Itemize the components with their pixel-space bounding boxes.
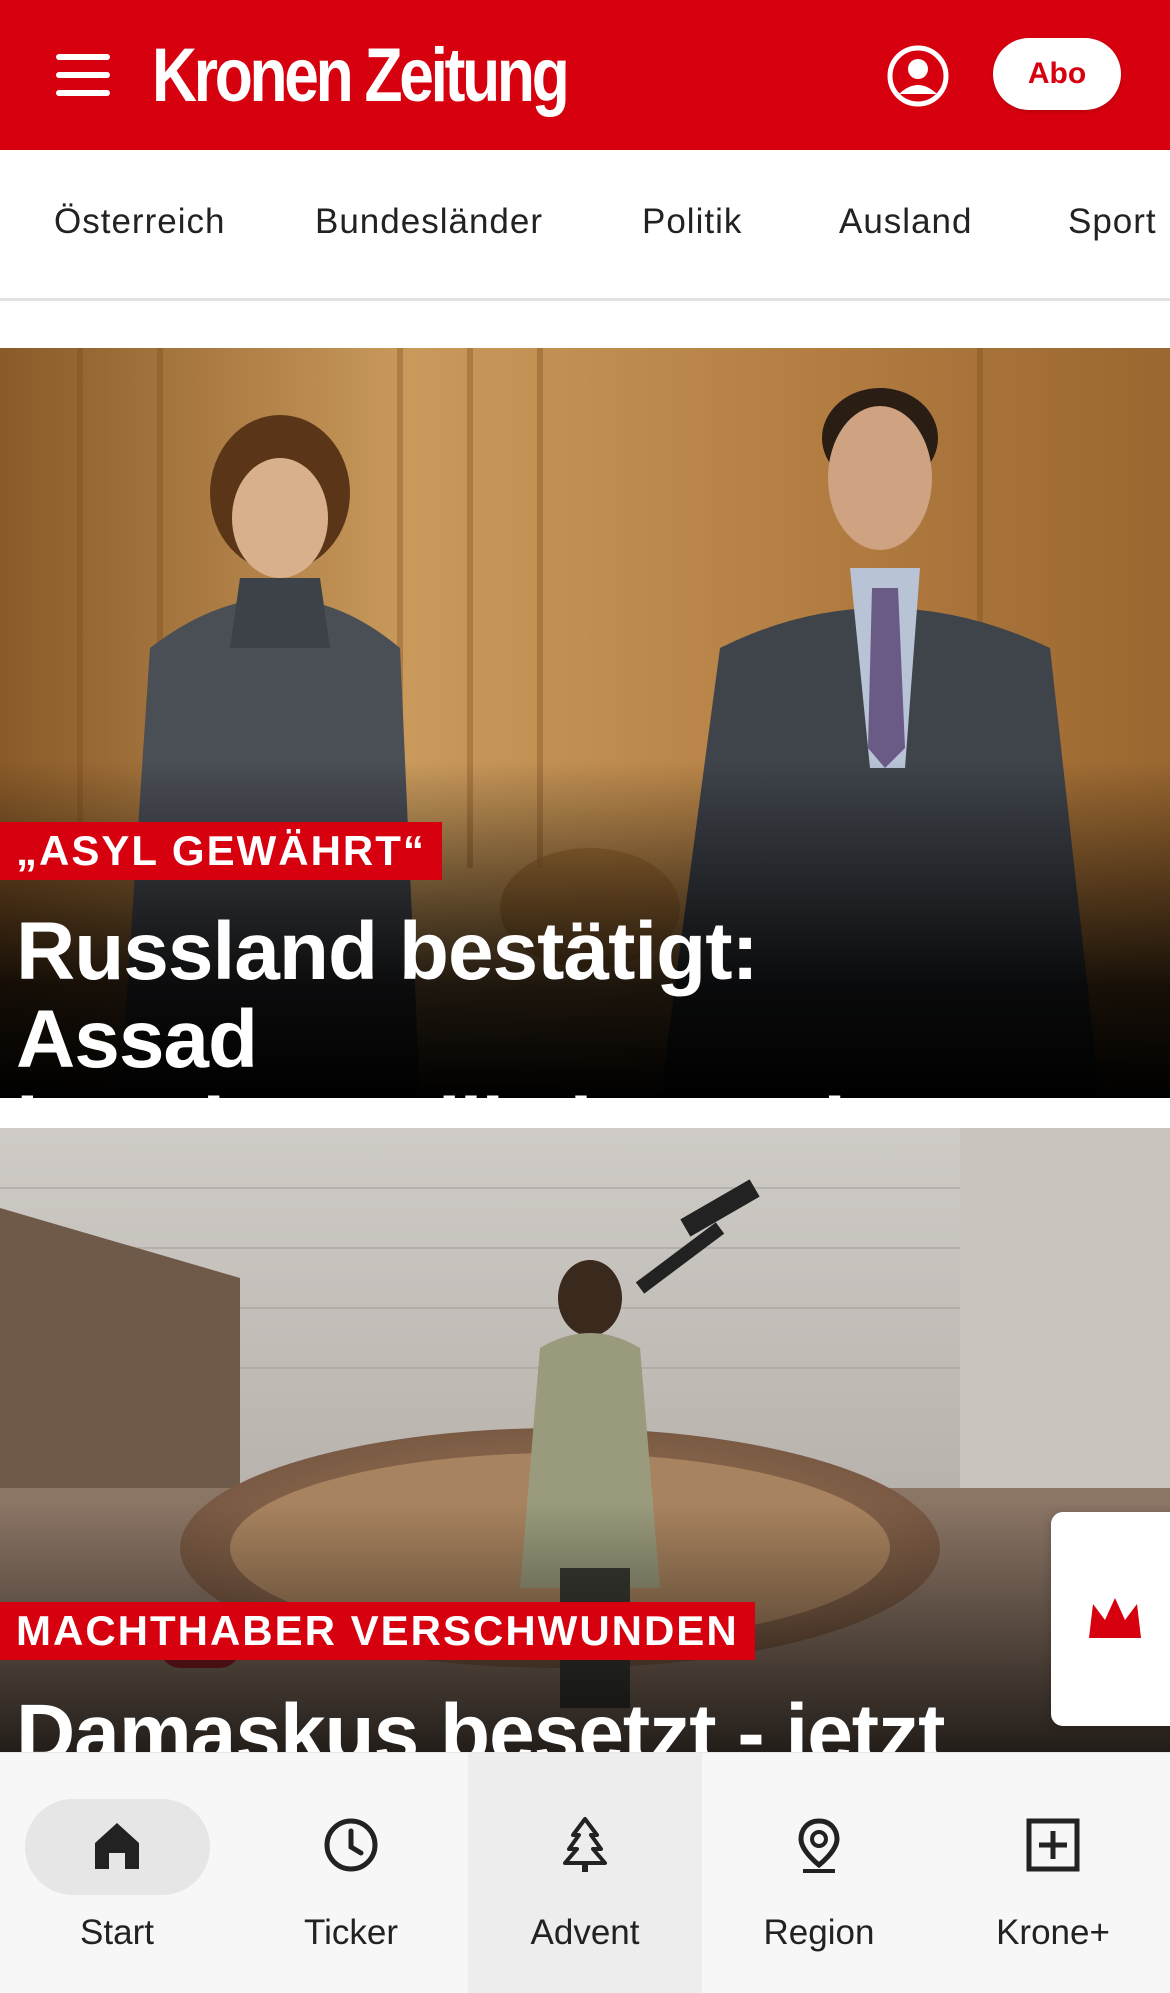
article-card-1[interactable]: „ASYL GEWÄHRT“ Russland bestätigt: Assad… bbox=[0, 348, 1170, 1098]
plus-box-icon bbox=[1026, 1818, 1080, 1872]
site-logo[interactable]: Kronen Zeitung bbox=[152, 36, 570, 116]
nav-item-bundeslaender[interactable]: Bundesländer bbox=[315, 202, 543, 242]
clock-icon bbox=[324, 1818, 378, 1872]
bottom-nav-region[interactable]: Region bbox=[702, 1753, 936, 1993]
crown-icon bbox=[1089, 1598, 1141, 1638]
bottom-nav-label: Krone+ bbox=[996, 1913, 1110, 1952]
nav-item-oesterreich[interactable]: Österreich bbox=[54, 202, 225, 242]
location-pin-icon bbox=[798, 1818, 840, 1873]
bottom-nav-advent[interactable]: Advent bbox=[468, 1753, 702, 1993]
bottom-navigation: Start Ticker Advent Region Krone+ bbox=[0, 1752, 1170, 1993]
article-card-2[interactable]: MACHTHABER VERSCHWUNDEN Damaskus besetzt… bbox=[0, 1128, 1170, 1752]
krone-side-widget[interactable] bbox=[1051, 1512, 1170, 1726]
top-header: Kronen Zeitung Abo bbox=[0, 0, 1170, 150]
nav-item-sport[interactable]: Sport bbox=[1068, 202, 1157, 242]
category-nav: Österreich Bundesländer Politik Ausland … bbox=[0, 150, 1170, 301]
nav-item-politik[interactable]: Politik bbox=[642, 202, 742, 242]
article-2-kicker: MACHTHABER VERSCHWUNDEN bbox=[0, 1602, 755, 1660]
bottom-nav-label: Ticker bbox=[304, 1913, 398, 1952]
bottom-nav-ticker[interactable]: Ticker bbox=[234, 1753, 468, 1993]
tree-icon bbox=[563, 1817, 607, 1872]
article-1-headline-line1: Russland bestätigt: Assad bbox=[16, 906, 759, 1085]
bottom-nav-start[interactable]: Start bbox=[0, 1753, 234, 1993]
bottom-nav-label: Start bbox=[80, 1913, 154, 1952]
home-icon bbox=[95, 1823, 139, 1869]
abo-button[interactable]: Abo bbox=[993, 38, 1121, 110]
hamburger-menu-icon[interactable] bbox=[48, 48, 120, 102]
article-2-headline: Damaskus besetzt - jetzt bbox=[16, 1688, 945, 1753]
article-1-kicker: „ASYL GEWÄHRT“ bbox=[0, 822, 442, 880]
bottom-nav-krone-plus[interactable]: Krone+ bbox=[936, 1753, 1170, 1993]
article-1-headline-line2: ist mit Familie in Moskau bbox=[16, 1084, 1016, 1099]
user-account-icon[interactable] bbox=[886, 44, 950, 108]
nav-item-ausland[interactable]: Ausland bbox=[839, 202, 972, 242]
article-1-headline: Russland bestätigt: Assad ist mit Famili… bbox=[16, 906, 1016, 1099]
bottom-nav-label: Advent bbox=[530, 1913, 640, 1952]
bottom-nav-label: Region bbox=[763, 1913, 875, 1952]
